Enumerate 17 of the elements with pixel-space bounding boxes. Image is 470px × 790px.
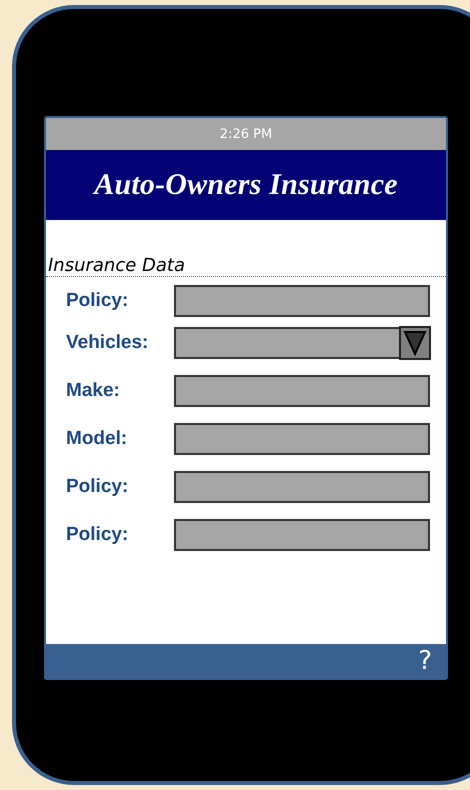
- text-field[interactable]: [174, 471, 430, 503]
- logo-text: Auto-Owners Insurance: [94, 168, 398, 202]
- text-field[interactable]: [174, 375, 430, 407]
- help-button[interactable]: ?: [418, 646, 432, 676]
- text-field[interactable]: [174, 423, 430, 455]
- dropdown-field[interactable]: [174, 327, 430, 359]
- section-title: Insurance Data: [46, 256, 446, 277]
- field-label: Make:: [66, 380, 121, 402]
- text-field[interactable]: [174, 285, 430, 317]
- field-label: Policy:: [66, 476, 130, 498]
- dropdown-arrow-icon: [403, 330, 427, 356]
- status-time: 2:26 PM: [220, 126, 272, 142]
- field-label: Vehicles:: [66, 332, 150, 354]
- text-field[interactable]: [174, 519, 430, 551]
- field-label: Policy:: [66, 524, 130, 546]
- field-label: Model:: [66, 428, 128, 450]
- field-label: Policy:: [66, 290, 130, 312]
